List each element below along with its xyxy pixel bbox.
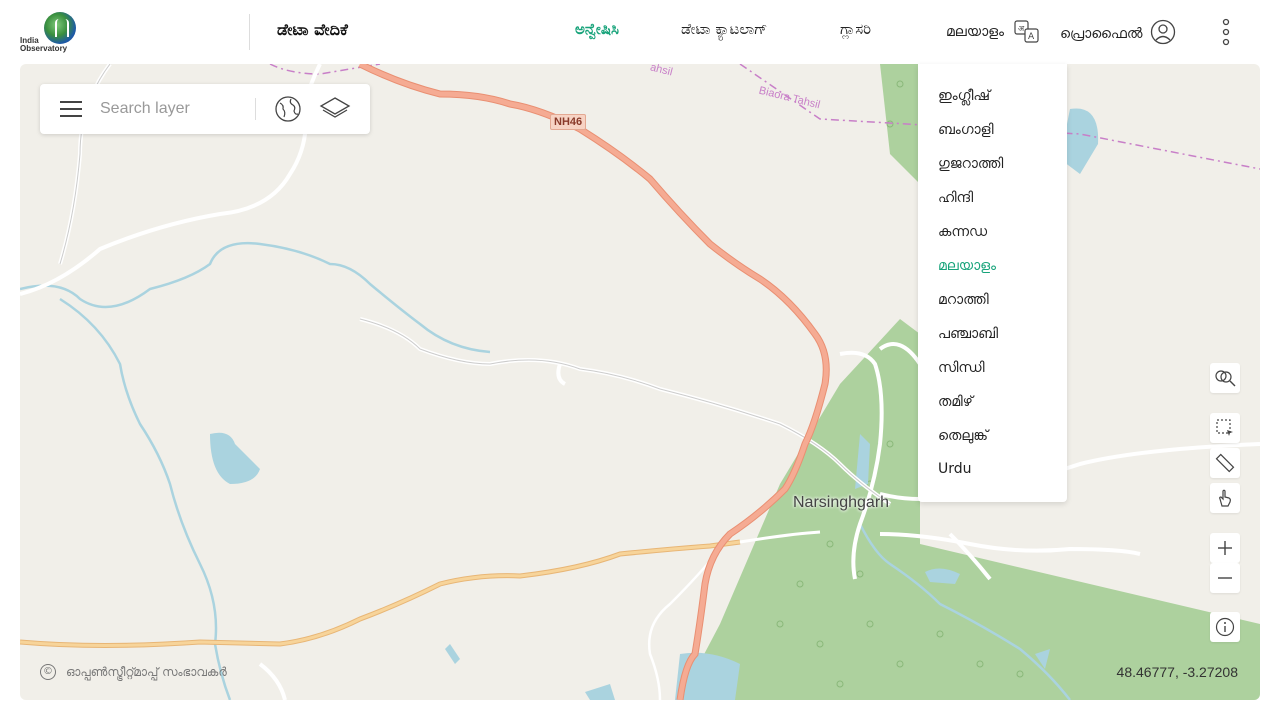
language-option[interactable]: മറാത്തി: [938, 292, 989, 308]
language-option[interactable]: സിന്ധി: [938, 360, 985, 376]
minus-icon: [1218, 577, 1232, 579]
box-select-icon[interactable]: [1210, 413, 1240, 443]
cursor-coordinates: 48.46777, -3.27208: [1116, 664, 1238, 680]
language-selector[interactable]: മലയാളം अ A: [946, 20, 1040, 44]
hamburger-icon[interactable]: [60, 101, 82, 117]
globe-icon[interactable]: [274, 95, 302, 123]
profile-button[interactable]: പ്രൊഫൈൽ: [1060, 19, 1176, 49]
svg-text:अ: अ: [1018, 24, 1025, 33]
header-divider: [249, 14, 250, 50]
language-option[interactable]: Urdu: [938, 461, 972, 477]
profile-label: പ്രൊഫൈൽ: [1060, 26, 1143, 42]
map-view[interactable]: ahsil Biaora Tahsil NH46 Narsinghgarh Se…: [20, 64, 1260, 700]
language-label: മലയാളം: [946, 24, 1005, 40]
language-option[interactable]: തെലുങ്ക്: [938, 428, 988, 444]
zoom-search-icon[interactable]: [1210, 363, 1240, 393]
search-layer-input[interactable]: [100, 97, 250, 121]
language-option[interactable]: ഇംഗ്ലീഷ്: [938, 88, 990, 104]
attribution-text[interactable]: ഓപ്പൺസ്ട്രീറ്റ്മാപ്പ് സംഭാവകർ: [66, 665, 227, 680]
nav-data-catalog[interactable]: ಡೇಟಾ ಕ್ಯಾಟಲಾಗ್: [681, 20, 767, 38]
top-header: India Observatory ಡೇಟಾ ವೇದಿಕೆ ಅನ್ವೇಷಿಸಿ …: [0, 0, 1280, 64]
translate-icon: अ A: [1014, 20, 1040, 44]
map-attribution: © ഓപ്പൺസ്ട്രീറ്റ്മാപ്പ് സംഭാവകർ: [40, 664, 227, 680]
language-option-selected[interactable]: മലയാളം: [938, 258, 996, 274]
language-option[interactable]: തമിഴ്: [938, 394, 973, 410]
user-icon: [1150, 19, 1176, 49]
language-dropdown: ഇംഗ്ലീഷ് ബംഗാളി ഗുജറാത്തി ഹിന്ദി കന്നഡ മ…: [918, 64, 1067, 502]
town-label: Narsinghgarh: [793, 494, 890, 511]
ruler-icon[interactable]: [1210, 448, 1240, 478]
app-title: ಡೇಟಾ ವೇದಿಕೆ: [277, 20, 348, 39]
kebab-menu-icon[interactable]: [1215, 16, 1237, 48]
nav-glossary[interactable]: ಗ್ಲಾಸರಿ: [840, 20, 871, 38]
layer-search-card: [40, 84, 370, 134]
zoom-in-button[interactable]: [1210, 533, 1240, 563]
language-option[interactable]: ഗുജറാത്തി: [938, 156, 1003, 172]
layers-icon[interactable]: [319, 95, 351, 123]
svg-text:A: A: [1028, 32, 1035, 42]
zoom-out-button[interactable]: [1210, 563, 1240, 593]
info-icon[interactable]: [1210, 612, 1240, 642]
highway-label: NH46: [550, 114, 587, 130]
language-option[interactable]: പഞ്ചാബി: [938, 326, 998, 342]
language-option[interactable]: കന്നഡ: [938, 224, 987, 240]
language-option[interactable]: ബംഗാളി: [938, 122, 994, 138]
language-option[interactable]: ഹിന്ദി: [938, 190, 973, 206]
map-canvas: [20, 64, 1260, 700]
copyright-icon: ©: [40, 664, 56, 680]
india-observatory-logo[interactable]: India Observatory: [20, 12, 82, 54]
plus-icon: [1218, 541, 1232, 555]
search-card-divider: [255, 98, 256, 120]
nav-explore[interactable]: ಅನ್ವೇಷಿಸಿ: [575, 20, 619, 38]
logo-text: India Observatory: [20, 36, 68, 53]
hand-pointer-icon[interactable]: [1210, 483, 1240, 513]
